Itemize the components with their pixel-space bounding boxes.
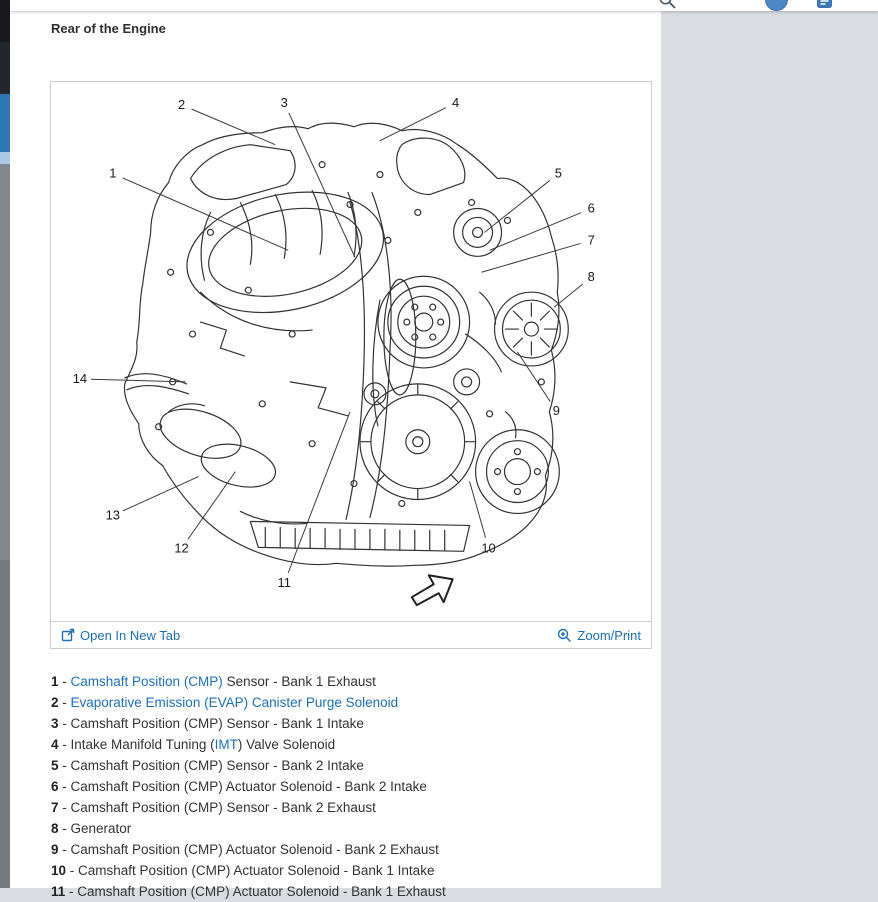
legend-text: Camshaft Position (CMP) Sensor - Bank 2 … [71, 758, 364, 773]
legend-item: 10 - Camshaft Position (CMP) Actuator So… [51, 860, 656, 881]
callout-number: 1 [109, 166, 116, 181]
legend-separator: - [59, 716, 71, 731]
zoom-print-link[interactable]: Zoom/Print [557, 628, 641, 643]
legend-list: 1 - Camshaft Position (CMP) Sensor - Ban… [51, 671, 656, 902]
content-panel: Rear of the Engine [10, 0, 661, 888]
legend-item: 8 - Generator [51, 818, 656, 839]
figure-box: 1234567891011121314 Open In New Tab Zoom… [50, 81, 652, 649]
legend-item-number: 8 [51, 821, 59, 836]
engine-diagram: 1234567891011121314 [51, 82, 651, 621]
legend-link[interactable]: Camshaft Position (CMP) [71, 674, 223, 689]
legend-text: Sensor - Bank 1 Exhaust [223, 674, 376, 689]
legend-item: 9 - Camshaft Position (CMP) Actuator Sol… [51, 839, 656, 860]
legend-separator: - [66, 863, 78, 878]
strip-segment [0, 560, 10, 888]
legend-item-number: 4 [51, 737, 59, 752]
engine-line-art [124, 123, 568, 566]
legend-text: Camshaft Position (CMP) Sensor - Bank 2 … [71, 800, 376, 815]
strip-segment [0, 152, 10, 164]
legend-item: 2 - Evaporative Emission (EVAP) Canister… [51, 692, 656, 713]
legend-separator: - [59, 821, 71, 836]
figure-link-bar: Open In New Tab Zoom/Print [51, 621, 651, 648]
strip-segment [0, 42, 10, 94]
legend-link[interactable]: IMT [215, 737, 238, 752]
legend-text: Intake Manifold Tuning ( [71, 737, 215, 752]
external-link-icon [61, 628, 75, 642]
callout-number: 13 [106, 507, 120, 522]
legend-item-number: 1 [51, 674, 59, 689]
callout-number: 10 [481, 540, 495, 555]
callout-number: 6 [588, 200, 595, 215]
legend-separator: - [59, 779, 71, 794]
legend-separator: - [59, 695, 71, 710]
legend-separator: - [65, 884, 77, 899]
legend-text: Generator [71, 821, 132, 836]
legend-separator: - [59, 758, 71, 773]
legend-item-number: 9 [51, 842, 59, 857]
legend-item: 1 - Camshaft Position (CMP) Sensor - Ban… [51, 671, 656, 692]
callout-number: 5 [555, 166, 562, 181]
legend-item: 7 - Camshaft Position (CMP) Sensor - Ban… [51, 797, 656, 818]
legend-text: ) Valve Solenoid [238, 737, 335, 752]
callout-number: 12 [174, 540, 188, 555]
callout-number: 2 [178, 97, 185, 112]
legend-separator: - [59, 800, 71, 815]
legend-text: Camshaft Position (CMP) Actuator Solenoi… [78, 863, 434, 878]
legend-item: 6 - Camshaft Position (CMP) Actuator Sol… [51, 776, 656, 797]
legend-item-number: 11 [51, 884, 65, 899]
callout-number: 3 [281, 95, 288, 110]
legend-separator: - [59, 737, 71, 752]
callout-leader-line [554, 284, 582, 307]
legend-text: Camshaft Position (CMP) Actuator Solenoi… [77, 884, 445, 899]
callout-number: 4 [452, 95, 459, 110]
zoom-print-label: Zoom/Print [577, 628, 641, 643]
top-toolbar [10, 0, 878, 11]
callout-number: 7 [588, 232, 595, 247]
legend-item: 5 - Camshaft Position (CMP) Sensor - Ban… [51, 755, 656, 776]
callout-number: 14 [73, 371, 87, 386]
legend-item-number: 7 [51, 800, 59, 815]
legend-link[interactable]: Evaporative Emission (EVAP) Canister Pur… [71, 695, 399, 710]
legend-item-number: 2 [51, 695, 59, 710]
search-icon[interactable] [658, 0, 677, 10]
strip-segment [0, 0, 10, 42]
apps-icon[interactable] [816, 0, 833, 9]
open-in-new-tab-link[interactable]: Open In New Tab [61, 628, 180, 643]
legend-item: 3 - Camshaft Position (CMP) Sensor - Ban… [51, 713, 656, 734]
strip-segment [0, 164, 10, 560]
legend-item-number: 5 [51, 758, 59, 773]
background-window-edge [0, 0, 10, 888]
legend-item: 4 - Intake Manifold Tuning (IMT) Valve S… [51, 734, 656, 755]
callout-number: 9 [553, 403, 560, 418]
legend-item-number: 6 [51, 779, 59, 794]
callout-number: 11 [278, 575, 291, 590]
zoom-plus-icon [557, 628, 572, 643]
legend-text: Camshaft Position (CMP) Actuator Solenoi… [71, 779, 427, 794]
legend-text: Camshaft Position (CMP) Sensor - Bank 1 … [71, 716, 364, 731]
open-in-new-tab-label: Open In New Tab [80, 628, 180, 643]
orientation-arrow [412, 575, 453, 605]
legend-item: 11 - Camshaft Position (CMP) Actuator So… [51, 881, 656, 902]
legend-item-number: 10 [51, 863, 66, 878]
page-title: Rear of the Engine [51, 21, 166, 36]
legend-separator: - [59, 674, 71, 689]
legend-separator: - [59, 842, 71, 857]
legend-item-number: 3 [51, 716, 59, 731]
callout-number: 8 [588, 269, 595, 284]
legend-text: Camshaft Position (CMP) Actuator Solenoi… [71, 842, 439, 857]
user-avatar[interactable] [765, 0, 788, 11]
strip-segment [0, 94, 10, 152]
